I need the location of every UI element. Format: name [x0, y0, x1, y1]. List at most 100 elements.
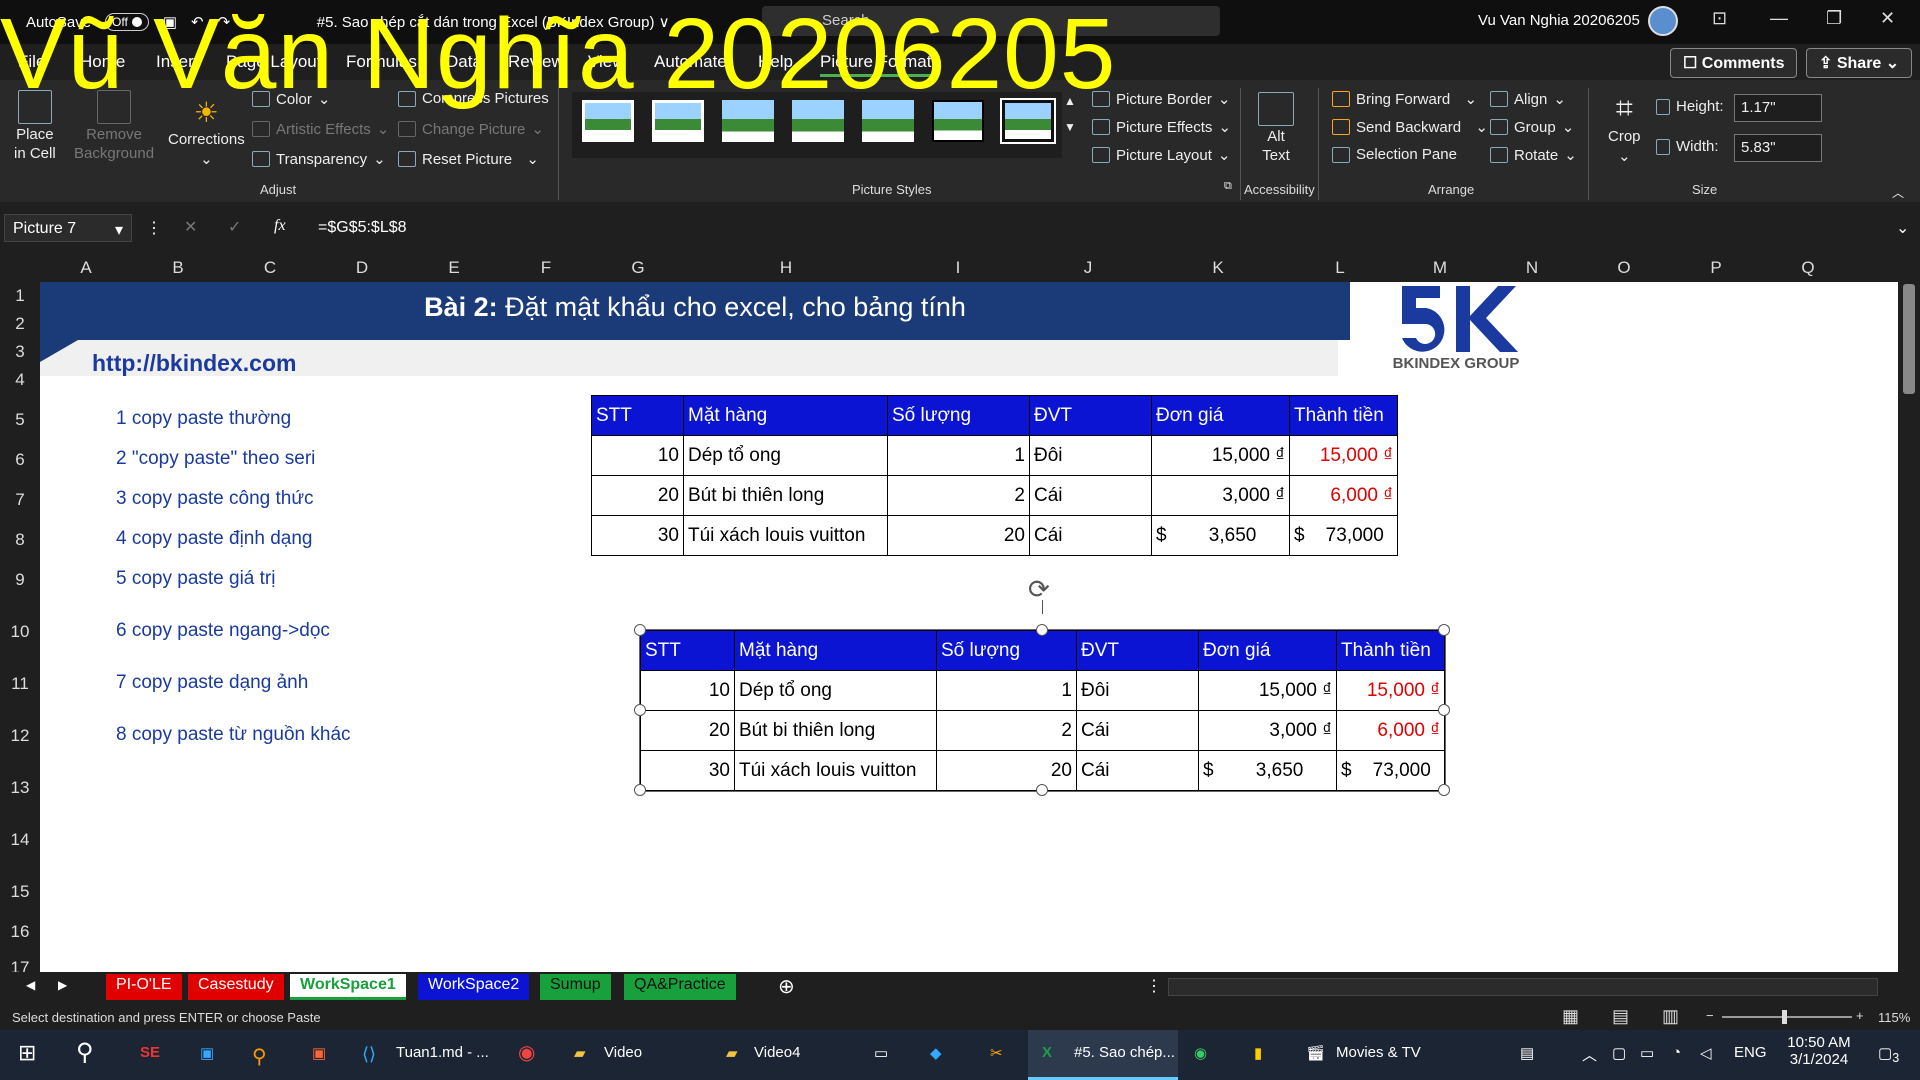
- sheet-tab[interactable]: QA&Practice: [624, 974, 736, 1000]
- table-header[interactable]: Mặt hàng: [683, 395, 888, 436]
- col-f[interactable]: F: [541, 258, 551, 278]
- crop-button[interactable]: ⌗ Crop ⌄: [1608, 92, 1641, 165]
- name-box[interactable]: Picture 7 ▾: [4, 214, 132, 242]
- row-header[interactable]: 16: [0, 922, 40, 942]
- avatar[interactable]: [1648, 6, 1678, 36]
- col-q[interactable]: Q: [1801, 258, 1814, 278]
- change-picture-button[interactable]: Change Picture ⌄: [398, 120, 544, 138]
- cell[interactable]: $ 73,000: [1289, 515, 1398, 556]
- picture-effects-button[interactable]: Picture Effects ⌄: [1092, 118, 1231, 136]
- zoom-thumb[interactable]: [1782, 1010, 1787, 1024]
- ribbon-display-icon[interactable]: ⊡: [1712, 8, 1727, 29]
- rotate-handle-icon[interactable]: ⟳: [1028, 574, 1050, 605]
- col-h[interactable]: H: [780, 258, 792, 278]
- cell[interactable]: 10: [591, 435, 684, 476]
- user-name[interactable]: Vu Van Nghia 20206205: [1478, 12, 1640, 29]
- share-button[interactable]: ⇪ Share ⌄: [1806, 48, 1913, 78]
- app-icon[interactable]: ▣: [312, 1044, 326, 1062]
- col-b[interactable]: B: [172, 258, 183, 278]
- notification-icon[interactable]: ▢3: [1878, 1044, 1899, 1065]
- sheet-tab-active[interactable]: WorkSpace1: [290, 974, 406, 1000]
- cell[interactable]: 6,000 ₫: [1289, 475, 1398, 516]
- resize-handle[interactable]: [1036, 784, 1048, 796]
- folder-icon[interactable]: ▰: [726, 1044, 738, 1062]
- col-e[interactable]: E: [448, 258, 459, 278]
- expand-formula-icon[interactable]: ⌄: [1896, 218, 1909, 238]
- reset-picture-button[interactable]: Reset Picture ⌄: [398, 150, 539, 168]
- gallery-scroll-down-icon[interactable]: ▼: [1064, 120, 1076, 134]
- col-m[interactable]: M: [1433, 258, 1447, 278]
- app-icon[interactable]: SE: [140, 1044, 160, 1061]
- resize-handle[interactable]: [1036, 624, 1048, 636]
- movies-icon[interactable]: 🎬︎: [1306, 1044, 1325, 1062]
- row-header[interactable]: 6: [0, 450, 40, 470]
- resize-handle[interactable]: [1438, 784, 1450, 796]
- cell[interactable]: 30: [591, 515, 684, 556]
- artistic-effects-button[interactable]: Artistic Effects ⌄: [252, 120, 389, 138]
- col-c[interactable]: C: [264, 258, 276, 278]
- volume-icon[interactable]: ◁: [1700, 1044, 1712, 1062]
- col-o[interactable]: O: [1617, 258, 1630, 278]
- next-sheet-icon[interactable]: ▶: [58, 978, 67, 992]
- col-n[interactable]: N: [1526, 258, 1538, 278]
- horizontal-scrollbar[interactable]: [1168, 978, 1878, 996]
- resize-handle[interactable]: [1438, 704, 1450, 716]
- col-j[interactable]: J: [1084, 258, 1093, 278]
- taskbar-app[interactable]: Movies & TV: [1336, 1044, 1421, 1061]
- app-icon[interactable]: ⚲: [252, 1044, 267, 1069]
- page-break-view-icon[interactable]: ▥: [1662, 1006, 1679, 1027]
- formula-input[interactable]: =$G$5:$L$8: [318, 219, 407, 237]
- prev-sheet-icon[interactable]: ◀: [26, 978, 35, 992]
- alt-text-button[interactable]: Alt Text: [1258, 92, 1294, 164]
- cell[interactable]: 3,000 ₫: [1151, 475, 1290, 516]
- selection-pane-button[interactable]: Selection Pane: [1332, 146, 1457, 163]
- col-d[interactable]: D: [356, 258, 368, 278]
- sheet-tab[interactable]: PI-O'LE: [106, 974, 182, 1000]
- docker-icon[interactable]: ◆: [930, 1044, 942, 1062]
- row-header[interactable]: 12: [0, 726, 40, 746]
- cell[interactable]: 15,000 ₫: [1289, 435, 1398, 476]
- cell[interactable]: Túi xách louis vuitton: [683, 515, 888, 556]
- app-icon[interactable]: ◉: [1194, 1044, 1207, 1062]
- taskbar-app[interactable]: Video: [604, 1044, 642, 1061]
- windows-start-icon[interactable]: ⊞: [18, 1040, 36, 1066]
- function-icon[interactable]: fx: [274, 217, 286, 235]
- language-indicator[interactable]: ENG: [1734, 1044, 1767, 1061]
- clock[interactable]: 10:50 AM 3/1/2024: [1782, 1034, 1856, 1068]
- zoom-slider[interactable]: [1722, 1016, 1852, 1018]
- cell[interactable]: 20: [887, 515, 1030, 556]
- normal-view-icon[interactable]: ▦: [1562, 1006, 1579, 1027]
- more-icon[interactable]: ⋮: [1146, 976, 1162, 996]
- scroll-thumb[interactable]: [1903, 284, 1915, 394]
- app-icon[interactable]: ✂: [990, 1044, 1003, 1062]
- website-link[interactable]: http://bkindex.com: [92, 350, 296, 377]
- row-header[interactable]: 7: [0, 490, 40, 510]
- resize-handle[interactable]: [634, 704, 646, 716]
- wifi-icon[interactable]: ◔: [1672, 1044, 1681, 1061]
- close-icon[interactable]: ✕: [1880, 8, 1895, 29]
- row-header[interactable]: 11: [0, 674, 40, 694]
- picture-layout-button[interactable]: Picture Layout ⌄: [1092, 146, 1230, 164]
- enter-icon[interactable]: ✓: [228, 217, 241, 237]
- taskbar-app[interactable]: Video4: [754, 1044, 800, 1061]
- row-header[interactable]: 13: [0, 778, 40, 798]
- row-header[interactable]: 2: [0, 314, 40, 334]
- resize-handle[interactable]: [634, 784, 646, 796]
- vertical-scrollbar[interactable]: [1898, 254, 1920, 972]
- collapse-ribbon-icon[interactable]: ︿: [1892, 184, 1904, 201]
- sheet-tab[interactable]: WorkSpace2: [418, 974, 530, 1000]
- sheet-tab[interactable]: Casestudy: [188, 974, 284, 1000]
- row-header[interactable]: 9: [0, 570, 40, 590]
- table-header[interactable]: STT: [591, 395, 684, 436]
- zoom-in-icon[interactable]: +: [1856, 1008, 1864, 1023]
- group-button[interactable]: Group ⌄: [1490, 118, 1574, 136]
- cell[interactable]: 1: [887, 435, 1030, 476]
- taskbar-active-app[interactable]: X #5. Sao chép...: [1028, 1030, 1178, 1080]
- col-k[interactable]: K: [1212, 258, 1223, 278]
- row-header[interactable]: 4: [0, 370, 40, 390]
- row-header[interactable]: 1: [0, 286, 40, 306]
- dialog-launcher-icon[interactable]: ⧉: [1224, 180, 1232, 193]
- send-backward-button[interactable]: Send Backward ⌄: [1332, 118, 1488, 136]
- row-header[interactable]: 5: [0, 410, 40, 430]
- row-header[interactable]: 15: [0, 882, 40, 902]
